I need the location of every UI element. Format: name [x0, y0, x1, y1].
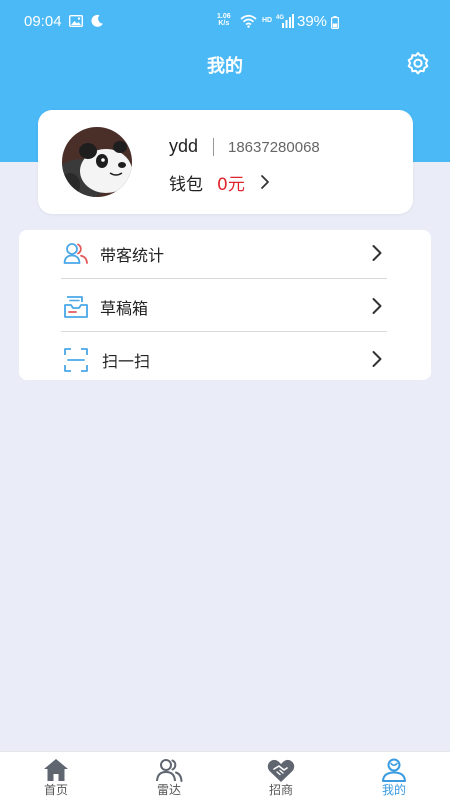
menu-item-drafts[interactable]: 草稿箱	[61, 283, 387, 336]
gear-icon	[407, 52, 429, 75]
menu-item-label: 扫一扫	[102, 352, 151, 371]
phone-number: 18637280068	[228, 139, 320, 156]
bottom-nav: 首页 雷达 招商 我的	[0, 751, 450, 800]
menu-item-label: 草稿箱	[100, 299, 149, 318]
tab-label: 首页	[43, 783, 68, 797]
image-icon	[69, 15, 83, 27]
radar-icon	[156, 759, 183, 782]
wifi-icon	[240, 14, 257, 28]
menu-item-visitor-stats[interactable]: 带客统计	[61, 230, 387, 283]
status-bar: 09:04 1.06 K/s HD 4G 39%	[0, 0, 450, 44]
profile-card: ydd 18637280068 钱包 0元	[38, 110, 413, 214]
hd-label: HD	[262, 17, 273, 24]
handshake-icon	[267, 759, 295, 782]
network-type: 4G	[276, 15, 284, 21]
menu-item-scan[interactable]: 扫一扫	[61, 336, 387, 389]
chevron-right-icon	[260, 175, 269, 189]
users-icon	[63, 243, 88, 264]
home-icon	[44, 759, 68, 781]
moon-icon	[91, 14, 103, 27]
scan-icon	[64, 348, 88, 372]
battery-icon	[331, 16, 339, 29]
page-title: 我的	[207, 56, 243, 77]
wallet-label: 钱包	[169, 174, 203, 195]
menu-divider	[61, 278, 387, 279]
tab-label: 我的	[381, 783, 406, 797]
username: ydd	[169, 136, 199, 156]
wallet-amount: 0元	[217, 174, 245, 195]
tab-label: 雷达	[156, 783, 181, 797]
chevron-right-icon	[372, 351, 382, 367]
menu-card: 带客统计 草稿箱 扫一扫	[19, 230, 431, 380]
profile-icon	[382, 758, 406, 782]
chevron-right-icon	[372, 298, 382, 314]
settings-button[interactable]	[404, 50, 432, 78]
status-time: 09:04	[24, 13, 62, 30]
signal-icon: 4G	[276, 14, 294, 28]
menu-item-label: 带客统计	[100, 246, 165, 265]
menu-divider	[61, 331, 387, 332]
battery-percentage: 39%	[297, 13, 328, 30]
panda-avatar-image	[62, 127, 132, 197]
wallet-link[interactable]: 钱包 0元	[169, 170, 271, 195]
drafts-icon	[64, 296, 88, 318]
divider	[213, 138, 214, 156]
network-speed: 1.06 K/s	[217, 13, 231, 27]
avatar[interactable]	[62, 127, 132, 197]
tab-business[interactable]: 招商	[225, 752, 337, 800]
tab-radar[interactable]: 雷达	[113, 752, 225, 800]
tab-home[interactable]: 首页	[0, 752, 112, 800]
tab-profile[interactable]: 我的	[338, 752, 450, 800]
network-speed-value: 1.06	[217, 13, 231, 20]
chevron-right-icon	[372, 245, 382, 261]
network-speed-unit: K/s	[218, 20, 230, 27]
tab-label: 招商	[268, 783, 293, 797]
